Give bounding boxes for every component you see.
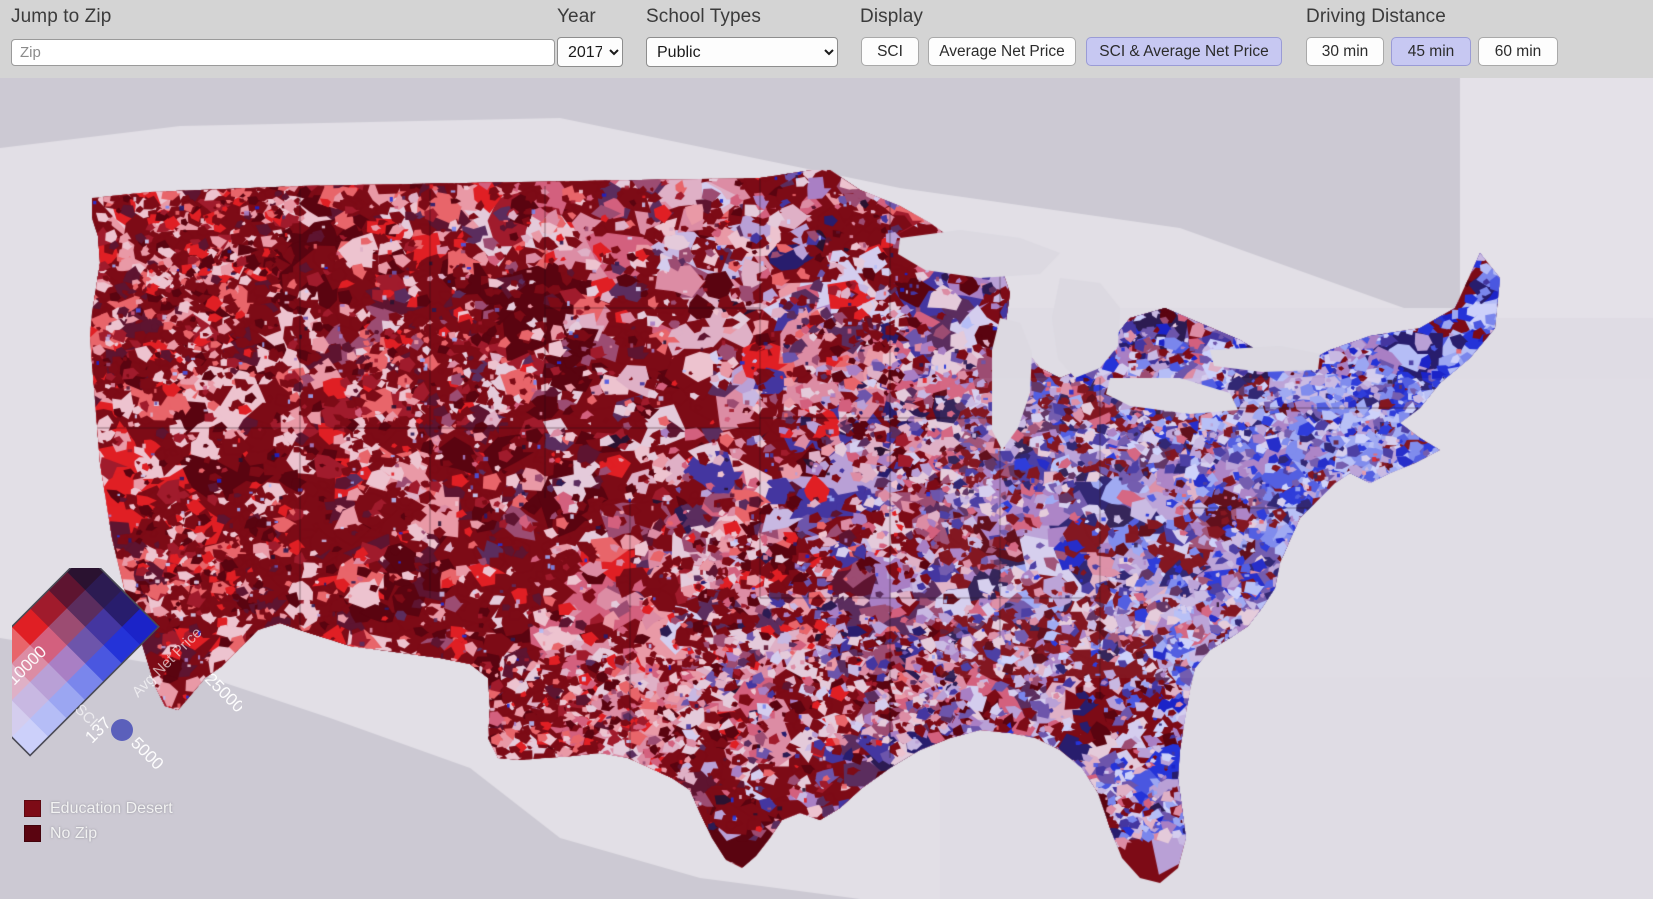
school-types-select[interactable]: PublicPrivatePublic & Private [646,37,838,67]
map-legend: Education Desert No Zip [24,796,173,846]
legend-handle [111,719,133,741]
legend-item-education-desert: Education Desert [24,796,173,821]
driving-distance-option-45-min[interactable]: 45 min [1391,37,1471,66]
jump-to-zip-label: Jump to Zip [11,6,112,27]
year-label: Year [557,6,596,27]
display-option-sci[interactable]: SCI [861,37,919,66]
year-select[interactable]: 20132014201520162017 [557,37,623,67]
driving-distance-label: Driving Distance [1306,6,1446,27]
legend-swatch-education-desert [24,800,41,817]
driving-distance-option-60-min[interactable]: 60 min [1478,37,1558,66]
bivariate-legend: 10000 25000 137 5000 SCI Avg Net Price [0,552,248,778]
display-option-average-net-price[interactable]: Average Net Price [928,37,1076,66]
legend-price-min: 5000 [127,733,167,773]
school-types-label: School Types [646,6,761,27]
legend-swatch-no-zip [24,825,41,842]
map-canvas[interactable] [0,78,1653,899]
display-label: Display [860,6,923,27]
toolbar: Jump to Zip Year 20132014201520162017 Sc… [0,0,1653,78]
legend-label-education-desert: Education Desert [50,799,173,817]
choropleth-map[interactable]: 10000 25000 137 5000 SCI Avg Net Price Educat… [0,78,1653,899]
legend-price-max: 25000 [201,669,242,716]
legend-item-no-zip: No Zip [24,821,173,846]
bivariate-legend-svg: 10000250001375000SCIAvg Net Price [0,552,248,774]
driving-distance-option-30-min[interactable]: 30 min [1306,37,1384,66]
zip-input[interactable] [11,39,555,66]
legend-label-no-zip: No Zip [50,824,98,842]
display-option-sci-and-average-net-price[interactable]: SCI & Average Net Price [1086,37,1282,66]
